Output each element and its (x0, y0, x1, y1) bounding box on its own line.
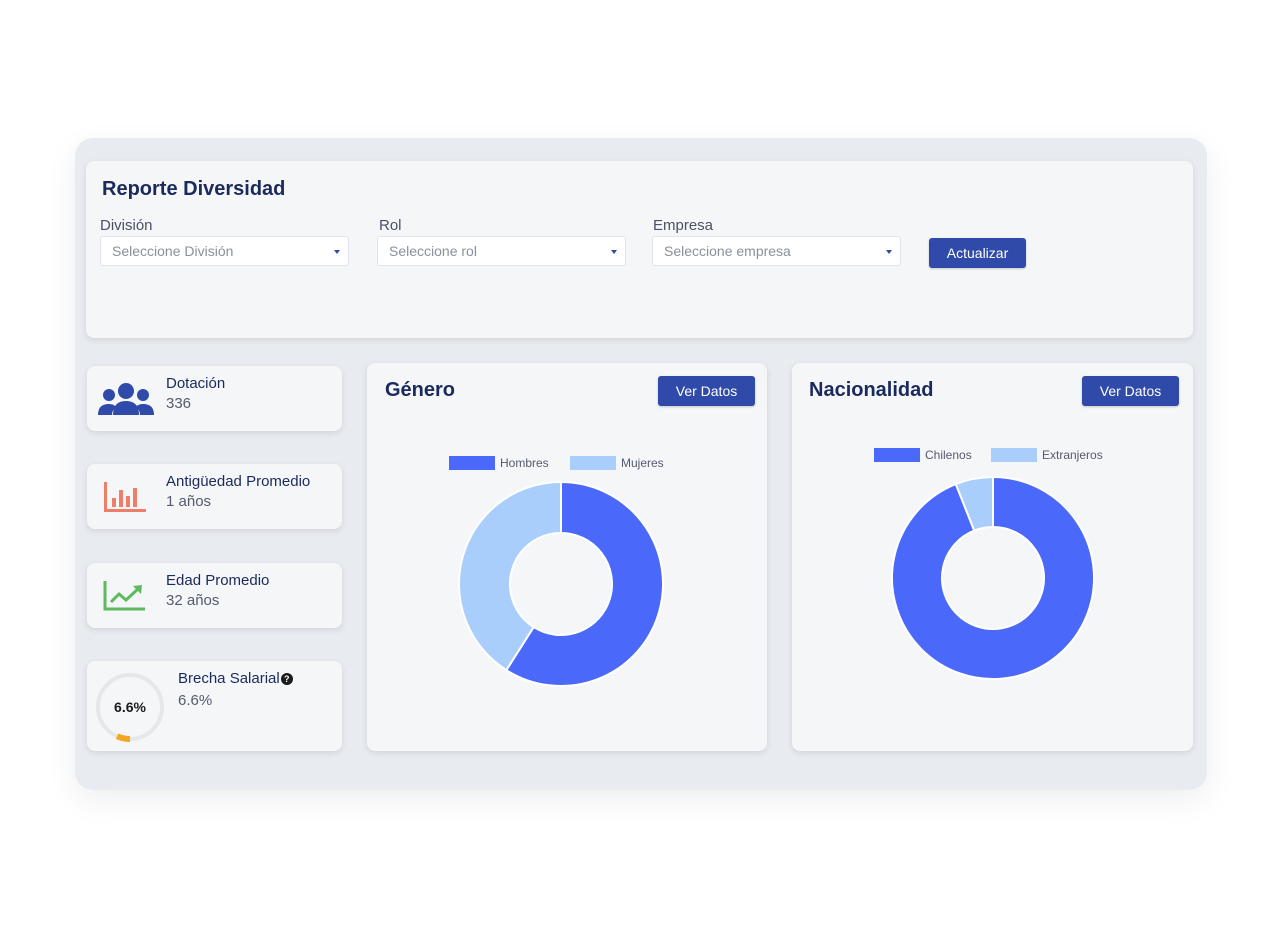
stat-title: Brecha Salarial (178, 670, 280, 687)
chevron-down-icon (886, 250, 892, 254)
empresa-select-placeholder: Seleccione empresa (664, 243, 791, 259)
bar-chart-icon (104, 482, 146, 512)
division-select[interactable]: Seleccione División (100, 236, 349, 266)
stat-card-antiguedad: Antigüedad Promedio 1 años (87, 464, 342, 529)
stat-value: 336 (166, 395, 192, 412)
nacionalidad-chart-card: Nacionalidad Ver Datos Chilenos Extranje… (792, 363, 1193, 751)
rol-select-placeholder: Seleccione rol (389, 243, 477, 259)
stat-value: 1 años (166, 493, 212, 510)
salary-gap-gauge: 6.6% (95, 672, 165, 742)
stat-card-dotacion: Dotación 336 (87, 366, 342, 431)
help-icon[interactable]: ? (280, 672, 293, 685)
gauge-label: 6.6% (114, 699, 146, 715)
page-title: Reporte Diversidad (102, 178, 286, 200)
stat-title: Dotación (166, 375, 226, 392)
users-icon (98, 383, 154, 415)
stat-card-brecha: 6.6% Brecha Salarial ? 6.6% (87, 661, 342, 751)
stat-card-edad: Edad Promedio 32 años (87, 563, 342, 628)
filter-panel: Reporte Diversidad División Seleccione D… (86, 161, 1193, 338)
empresa-select[interactable]: Seleccione empresa (652, 236, 901, 266)
chevron-down-icon (611, 250, 617, 254)
stat-title: Antigüedad Promedio (166, 473, 311, 490)
update-button[interactable]: Actualizar (929, 238, 1026, 268)
empresa-label: Empresa (653, 217, 714, 234)
stat-value: 32 años (166, 592, 220, 609)
trending-up-icon (103, 581, 145, 611)
stat-value: 6.6% (178, 692, 213, 709)
genero-chart-card: Género Ver Datos Hombres Mujeres (367, 363, 767, 751)
division-label: División (100, 217, 153, 234)
division-select-placeholder: Seleccione División (112, 243, 234, 259)
rol-select[interactable]: Seleccione rol (377, 236, 626, 266)
genero-donut-chart (458, 480, 664, 687)
stat-title: Edad Promedio (166, 572, 270, 589)
nacionalidad-donut-chart (891, 475, 1095, 680)
stat-title-row: Brecha Salarial ? (178, 670, 293, 687)
rol-label: Rol (379, 217, 402, 234)
chevron-down-icon (334, 250, 340, 254)
